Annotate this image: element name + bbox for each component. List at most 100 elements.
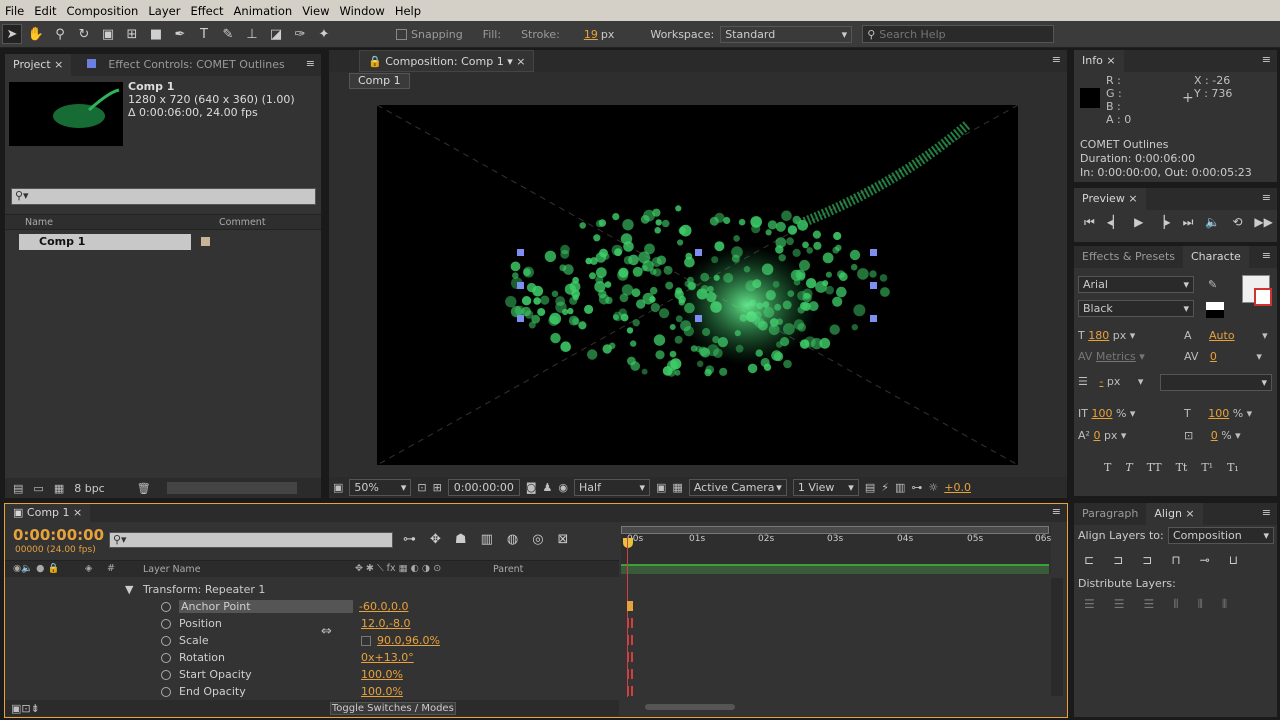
region-icon[interactable]: ⊞ <box>433 481 442 494</box>
font-family-select[interactable]: Arial ▾ <box>1078 276 1194 293</box>
prop-anchor-point[interactable]: Anchor Point -60.0,0.0 <box>161 598 408 615</box>
keyframe-icon[interactable] <box>627 669 633 679</box>
eraser-tool-icon[interactable]: ◪ <box>266 24 286 44</box>
flowchart-icon[interactable]: ⊶ <box>911 481 922 494</box>
motion-blur-icon[interactable]: ◍ <box>507 532 518 547</box>
prop-value[interactable]: -60.0,0.0 <box>359 600 408 613</box>
new-folder-icon[interactable]: ▭ <box>33 482 43 495</box>
tab-preview[interactable]: Preview × <box>1074 188 1146 210</box>
rotate-tool-icon[interactable]: ↻ <box>74 24 94 44</box>
magnification-select[interactable]: 50% ▾ <box>349 478 412 496</box>
distribute-bottom-icon[interactable]: ☰ <box>1144 597 1155 612</box>
play-icon[interactable]: ▶ <box>1134 215 1143 230</box>
prop-position[interactable]: Position 12.0,-8.0 <box>161 615 410 632</box>
align-hcenter-icon[interactable]: ⊐ <box>1113 553 1123 567</box>
distribute-left-icon[interactable]: ⦀ <box>1173 597 1178 612</box>
fast-preview-icon[interactable]: ⚡ <box>881 481 889 494</box>
prop-scale[interactable]: Scale 90.0,96.0% <box>161 632 440 649</box>
align-target-select[interactable]: Composition ▾ <box>1168 527 1274 544</box>
keyframe-icon[interactable] <box>627 635 633 645</box>
roto-brush-tool-icon[interactable]: ✑ <box>290 24 310 44</box>
stopwatch-icon[interactable] <box>161 601 171 612</box>
panel-menu-icon[interactable]: ≡ <box>1262 249 1271 262</box>
prop-end-opacity[interactable]: End Opacity 100.0% <box>161 683 403 700</box>
snapping-checkbox[interactable] <box>396 28 407 40</box>
handle[interactable] <box>695 315 702 322</box>
label-color-swatch[interactable] <box>201 237 210 246</box>
handle[interactable] <box>870 315 877 322</box>
first-frame-icon[interactable]: ⏮ <box>1084 215 1095 230</box>
always-preview-icon[interactable]: ▣ <box>333 481 343 494</box>
camera-tool-icon[interactable]: ▣ <box>98 24 118 44</box>
align-right-icon[interactable]: ⊐ <box>1142 553 1152 567</box>
superscript-button[interactable]: T¹ <box>1201 461 1213 474</box>
panel-menu-icon[interactable]: ≡ <box>1262 506 1271 519</box>
handle[interactable] <box>870 282 877 289</box>
tab-align[interactable]: Align × <box>1146 503 1203 525</box>
type-tool-icon[interactable]: T <box>194 24 214 44</box>
selection-tool-icon[interactable]: ➤ <box>2 24 22 44</box>
previous-frame-icon[interactable]: ◂▏ <box>1107 215 1122 230</box>
composition-mini-flowchart-icon[interactable]: ⊶ <box>403 532 416 547</box>
menu-file[interactable]: File <box>0 4 29 18</box>
snapshot-icon[interactable]: ◙ <box>526 481 537 494</box>
toggle-switches-modes-button[interactable]: Toggle Switches / Modes <box>329 701 456 715</box>
panel-menu-icon[interactable]: ≡ <box>1262 191 1271 204</box>
menu-layer[interactable]: Layer <box>143 4 185 18</box>
prop-value[interactable]: 12.0,-8.0 <box>361 617 410 630</box>
comp-viewer[interactable] <box>377 105 1018 465</box>
handle[interactable] <box>517 315 524 322</box>
project-search-input[interactable]: ⚲▾ <box>11 188 316 205</box>
keyframe-icon[interactable] <box>627 601 633 611</box>
tab-project[interactable]: Project × <box>5 54 72 76</box>
menu-edit[interactable]: Edit <box>29 4 61 18</box>
menu-effect[interactable]: Effect <box>185 4 228 18</box>
faux-bold-button[interactable]: T <box>1104 461 1111 474</box>
stroke-width-char-value[interactable]: - <box>1099 375 1103 388</box>
keyframe-icon[interactable] <box>627 652 633 662</box>
prop-value[interactable]: 100.0% <box>361 685 403 698</box>
handle[interactable] <box>870 249 877 256</box>
ram-preview-icon[interactable]: ▶▶ <box>1254 215 1272 230</box>
small-caps-button[interactable]: Tt <box>1176 461 1188 474</box>
comp-breadcrumb[interactable]: Comp 1 <box>349 73 410 89</box>
white-swatch[interactable] <box>1206 302 1224 310</box>
search-help-input[interactable] <box>879 27 1040 41</box>
distribute-vcenter-icon[interactable]: ☰ <box>1114 597 1125 612</box>
loop-icon[interactable]: ⟲ <box>1232 215 1242 230</box>
menu-view[interactable]: View <box>297 4 334 18</box>
panel-menu-icon[interactable]: ≡ <box>1262 53 1271 66</box>
menu-animation[interactable]: Animation <box>229 4 298 18</box>
tab-info[interactable]: Info × <box>1074 50 1124 72</box>
tab-effect-controls[interactable]: Effect Controls: COMET Outlines <box>79 54 292 76</box>
prop-value[interactable]: 90.0,96.0% <box>377 634 440 647</box>
graph-editor-icon[interactable]: ⊠ <box>558 532 569 547</box>
align-vcenter-icon[interactable]: ⊸ <box>1200 553 1210 567</box>
eyedropper-icon[interactable]: ✎ <box>1208 278 1217 291</box>
workspace-select[interactable]: Standard ▾ <box>720 25 853 43</box>
puppet-tool-icon[interactable]: ✦ <box>314 24 334 44</box>
exposure-icon[interactable]: ☼ <box>928 481 938 494</box>
project-scrollbar[interactable] <box>166 482 297 494</box>
brush-tool-icon[interactable]: ✎ <box>218 24 238 44</box>
handle[interactable] <box>517 249 524 256</box>
kerning-value[interactable]: Metrics <box>1096 350 1136 363</box>
col-name[interactable]: Name <box>25 217 53 228</box>
col-parent[interactable]: Parent <box>493 564 523 575</box>
font-size-value[interactable]: 180 <box>1088 329 1109 342</box>
font-style-select[interactable]: Black ▾ <box>1078 300 1194 317</box>
pan-behind-tool-icon[interactable]: ⊞ <box>122 24 142 44</box>
tab-effects-presets[interactable]: Effects & Presets <box>1074 246 1183 268</box>
constrain-proportions-checkbox[interactable] <box>361 635 371 646</box>
show-snapshot-icon[interactable]: ♟ <box>543 481 553 494</box>
trash-icon[interactable]: 🗑 <box>137 482 151 495</box>
col-layer-name[interactable]: Layer Name <box>143 564 201 575</box>
resolution-select[interactable]: Half ▾ <box>574 478 651 496</box>
tsume-value[interactable]: 0 <box>1211 429 1218 442</box>
faux-italic-button[interactable]: T <box>1125 461 1132 474</box>
prop-value[interactable]: 100.0% <box>361 668 403 681</box>
next-frame-icon[interactable]: ▕▸ <box>1155 215 1170 230</box>
clone-stamp-tool-icon[interactable]: ⊥ <box>242 24 262 44</box>
stopwatch-icon[interactable] <box>161 669 171 680</box>
prop-rotation[interactable]: Rotation 0x+13.0° <box>161 649 414 666</box>
